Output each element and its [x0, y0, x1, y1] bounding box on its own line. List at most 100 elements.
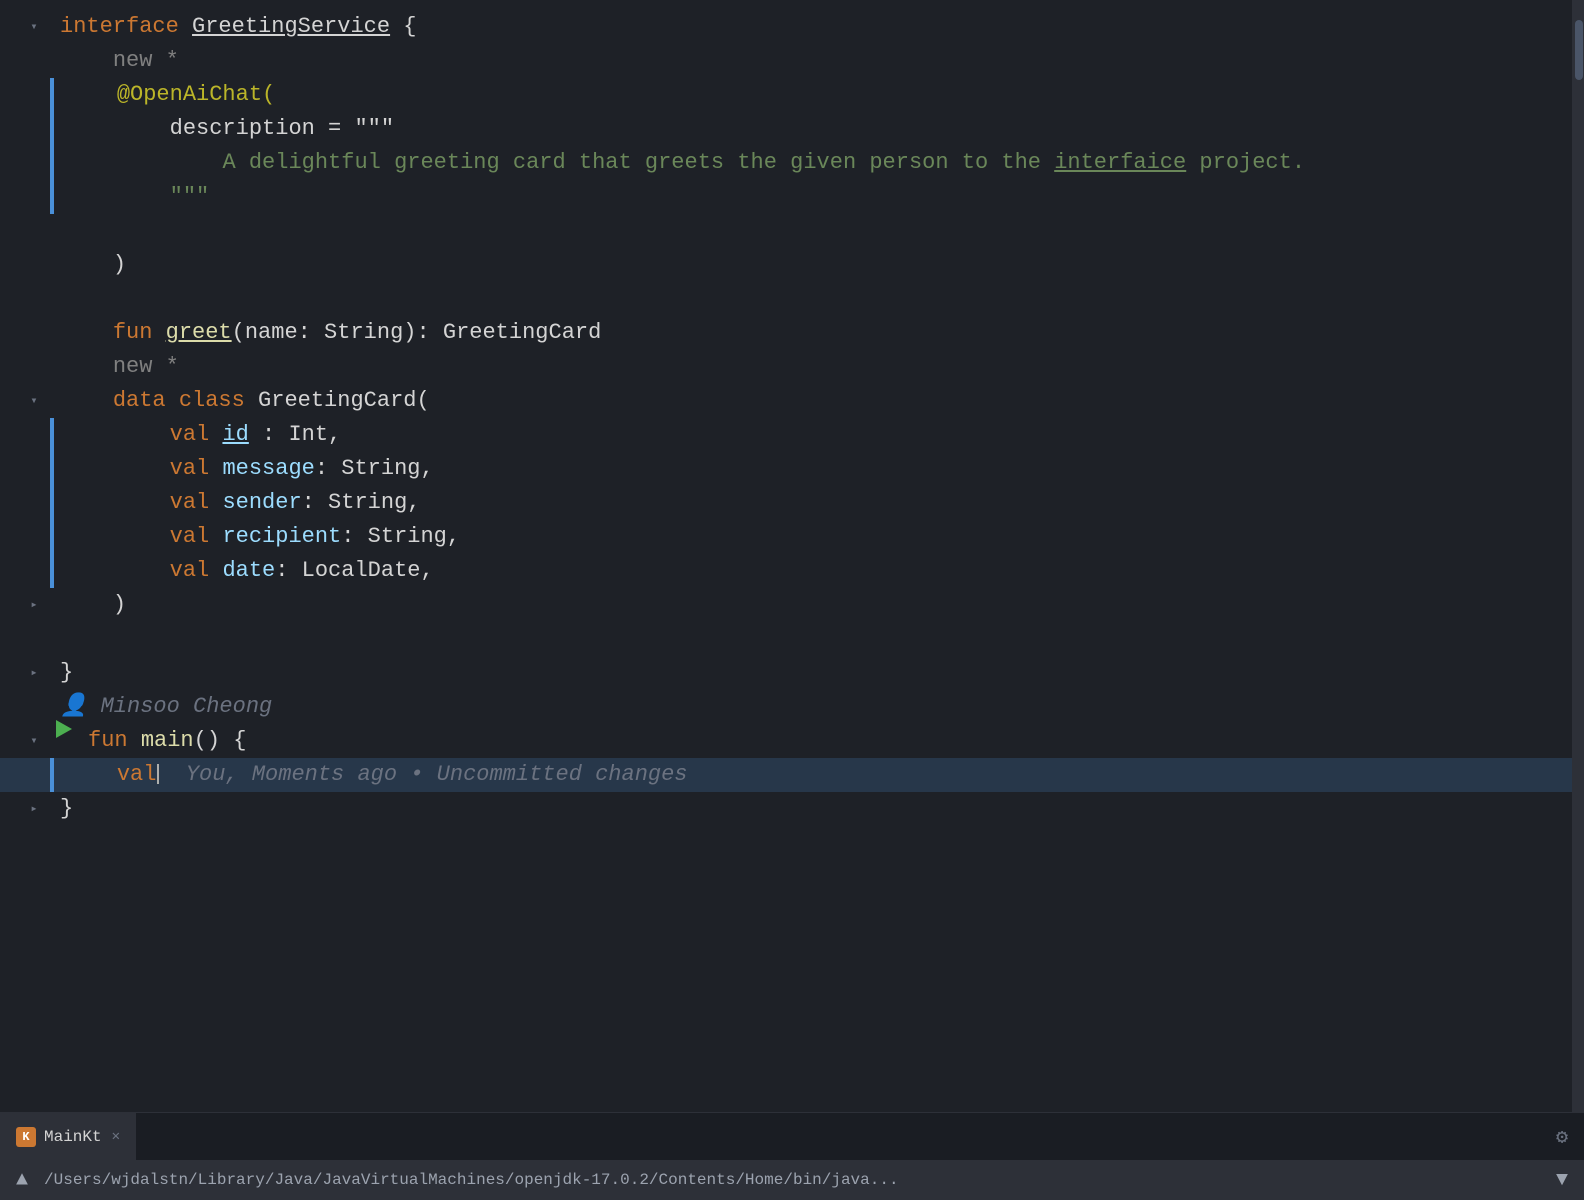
line-code-content: 👤 Minsoo Cheong: [50, 690, 1584, 724]
token: id: [222, 422, 248, 447]
line-code-content: """: [54, 180, 1584, 214]
line-code-content: val message: String,: [54, 452, 1584, 486]
token: (name: String): GreetingCard: [232, 320, 602, 345]
code-line: ▸}: [0, 792, 1584, 826]
fold-icon[interactable]: ▾: [26, 19, 42, 35]
token: () {: [194, 728, 247, 753]
token: project.: [1186, 150, 1305, 175]
token: ): [113, 592, 126, 617]
status-path: /Users/wjdalstn/Library/Java/JavaVirtual…: [44, 1171, 1556, 1189]
token: the: [988, 150, 1054, 175]
token: {: [390, 14, 416, 39]
code-line: ▾ interface GreetingService {: [0, 10, 1584, 44]
code-line: new *: [0, 350, 1584, 384]
code-line: val date: LocalDate,: [0, 554, 1584, 588]
fold-icon[interactable]: ▾: [26, 733, 42, 749]
token: ): [113, 252, 126, 277]
line-code-content: val id : Int,: [54, 418, 1584, 452]
token: : Int,: [249, 422, 341, 447]
token: main: [141, 728, 194, 753]
token: date: [222, 558, 275, 583]
code-line: [0, 214, 1584, 248]
line-code-content: val recipient: String,: [54, 520, 1584, 554]
scrollbar-thumb[interactable]: [1575, 20, 1583, 80]
token: """: [170, 184, 210, 209]
tab-close-button[interactable]: ✕: [112, 1128, 120, 1145]
token: val: [170, 456, 223, 481]
editor-container: ▾ interface GreetingService { new * @Open…: [0, 0, 1584, 1200]
token: greet: [166, 320, 232, 345]
line-code-content: A delightful greeting card that greets t…: [54, 146, 1584, 180]
line-code-content: interface GreetingService {: [50, 10, 1584, 44]
status-bar: ▲ /Users/wjdalstn/Library/Java/JavaVirtu…: [0, 1160, 1584, 1200]
fold-icon[interactable]: ▸: [26, 665, 42, 681]
code-line: """: [0, 180, 1584, 214]
token: val: [170, 490, 223, 515]
token: interfaice: [1054, 150, 1186, 175]
line-code-content: new *: [50, 350, 1584, 384]
line-gutter: ▸: [0, 665, 50, 681]
token: @OpenAiChat(: [117, 82, 275, 107]
token: GreetingCard(: [258, 388, 430, 413]
token: new *: [113, 354, 179, 379]
nav-up-button[interactable]: ▲: [16, 1169, 28, 1192]
tab-mainkt[interactable]: K MainKt ✕: [0, 1113, 136, 1160]
scrollbar-right[interactable]: [1572, 0, 1584, 1112]
token: fun: [113, 320, 166, 345]
token: You, Moments ago • Uncommitted changes: [186, 762, 688, 787]
token: description = """: [170, 116, 394, 141]
token: to: [962, 150, 988, 175]
code-line: ▸}: [0, 656, 1584, 690]
token: : String,: [302, 490, 421, 515]
code-line: ▾ data class GreetingCard(: [0, 384, 1584, 418]
code-line: val id : Int,: [0, 418, 1584, 452]
code-line: [0, 622, 1584, 656]
line-code-content: new *: [50, 44, 1584, 78]
code-line: val sender: String,: [0, 486, 1584, 520]
token: A delightful greeting card that greets t…: [222, 150, 961, 175]
code-line: A delightful greeting card that greets t…: [0, 146, 1584, 180]
line-code-content: fun greet(name: String): GreetingCard: [50, 316, 1584, 350]
code-line: fun greet(name: String): GreetingCard: [0, 316, 1584, 350]
line-code-content: ): [50, 248, 1584, 282]
tab-bar: K MainKt ✕ ⚙: [0, 1112, 1584, 1160]
token: }: [60, 660, 73, 685]
run-button[interactable]: [52, 717, 76, 741]
code-line: val recipient: String,: [0, 520, 1584, 554]
kotlin-icon: K: [16, 1127, 36, 1147]
fold-icon[interactable]: ▾: [26, 393, 42, 409]
token: }: [60, 796, 73, 821]
fold-icon[interactable]: ▸: [26, 597, 42, 613]
code-line: [0, 282, 1584, 316]
line-code-content: @OpenAiChat(: [54, 78, 1584, 112]
fold-icon[interactable]: ▸: [26, 801, 42, 817]
nav-down-button[interactable]: ▼: [1556, 1169, 1568, 1192]
line-gutter: ▸: [0, 597, 50, 613]
line-code-content: val You, Moments ago • Uncommitted chang…: [54, 758, 1584, 792]
line-code-content: fun main() {: [78, 724, 1584, 758]
code-line: ▾ fun main() {: [0, 724, 1584, 758]
token: new *: [113, 48, 179, 73]
line-code-content: }: [50, 792, 1584, 826]
code-line: description = """: [0, 112, 1584, 146]
settings-icon[interactable]: ⚙: [1540, 1124, 1584, 1150]
token: val: [170, 422, 223, 447]
token: 👤 Minsoo Cheong: [60, 694, 272, 719]
token: interface: [60, 14, 192, 39]
code-area: ▾ interface GreetingService { new * @Open…: [0, 0, 1584, 1112]
token: val: [170, 558, 223, 583]
code-content: ▾ interface GreetingService { new * @Open…: [0, 0, 1584, 836]
tab-label: MainKt: [44, 1128, 102, 1146]
line-code-content: description = """: [54, 112, 1584, 146]
code-line: @OpenAiChat(: [0, 78, 1584, 112]
token: class: [179, 388, 258, 413]
token: fun: [88, 728, 141, 753]
token: data: [113, 388, 179, 413]
code-line: ▸ ): [0, 588, 1584, 622]
line-gutter: ▾: [0, 733, 50, 749]
code-line: val message: String,: [0, 452, 1584, 486]
line-gutter: ▾: [0, 19, 50, 35]
line-code-content: val date: LocalDate,: [54, 554, 1584, 588]
code-line: 👤 Minsoo Cheong: [0, 690, 1584, 724]
token: [159, 762, 185, 787]
